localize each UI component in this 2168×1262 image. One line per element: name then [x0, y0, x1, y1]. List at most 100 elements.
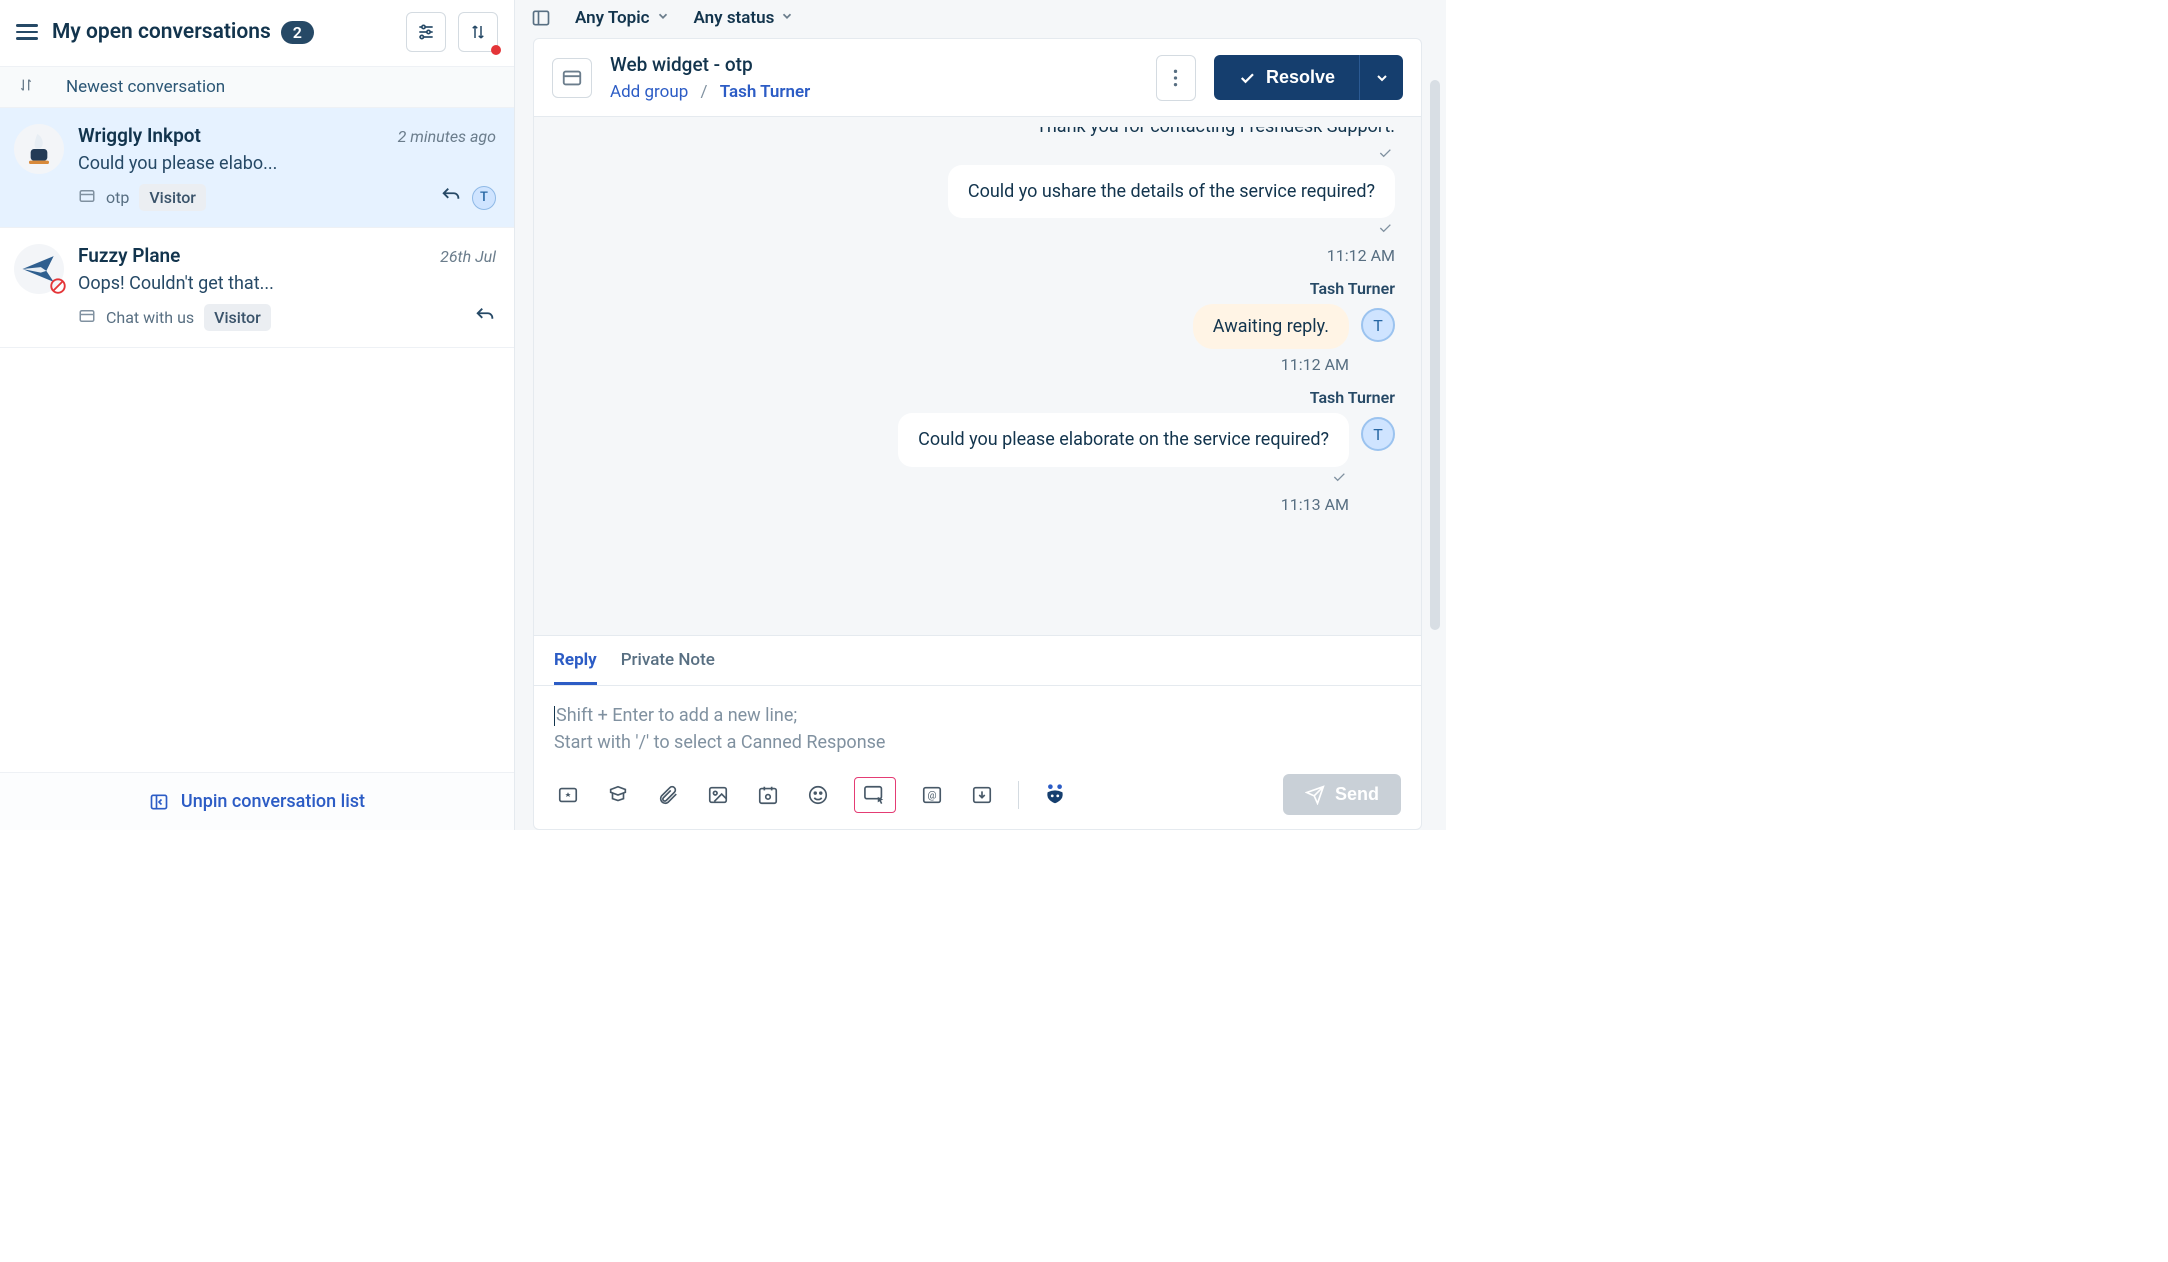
composer-toolbar: @ Send — [534, 764, 1421, 829]
resolve-label: Resolve — [1266, 67, 1335, 88]
image-icon[interactable] — [704, 781, 732, 809]
conversation-item[interactable]: Wriggly Inkpot 2 minutes ago Could you p… — [0, 108, 514, 228]
delivered-tick — [560, 145, 1393, 165]
message-time: 11:13 AM — [1281, 495, 1349, 514]
download-icon[interactable] — [968, 781, 996, 809]
add-group-link[interactable]: Add group — [610, 82, 688, 102]
conversation-body: Wriggly Inkpot 2 minutes ago Could you p… — [78, 124, 496, 211]
composer: Reply Private Note Shift + Enter to add … — [533, 635, 1422, 830]
unpin-button[interactable]: Unpin conversation list — [0, 772, 514, 830]
chat-meta: Web widget - otp Add group / Tash Turner — [610, 53, 1138, 102]
conversation-time: 2 minutes ago — [398, 127, 496, 146]
conversation-avatar — [14, 124, 64, 174]
send-button[interactable]: Send — [1283, 774, 1401, 815]
message-row: Could yo ushare the details of the servi… — [560, 165, 1395, 265]
resolve-button[interactable]: Resolve — [1214, 55, 1359, 100]
chat-title: Web widget - otp — [610, 53, 1138, 76]
left-header: My open conversations 2 — [0, 0, 514, 67]
messages-area[interactable]: Thank you for contacting Freshdesk Suppo… — [533, 117, 1422, 635]
conversation-item[interactable]: Fuzzy Plane 26th Jul Oops! Couldn't get … — [0, 228, 514, 348]
sliders-icon — [416, 22, 436, 42]
layout-icon[interactable] — [531, 8, 551, 28]
filter-button[interactable] — [406, 12, 446, 52]
notification-dot — [491, 45, 501, 55]
composer-tabs: Reply Private Note — [534, 636, 1421, 686]
message-bubble: Could yo ushare the details of the servi… — [948, 165, 1395, 218]
conversation-name: Fuzzy Plane — [78, 244, 180, 267]
status-bubble: Awaiting reply. — [1193, 304, 1349, 349]
message-row: Could you please elaborate on the servic… — [560, 413, 1395, 513]
sender-avatar: T — [1361, 308, 1395, 342]
menu-icon[interactable] — [16, 20, 40, 44]
topic-filter[interactable]: Any Topic — [575, 8, 670, 28]
conversation-name: Wriggly Inkpot — [78, 124, 201, 147]
unpin-label: Unpin conversation list — [181, 791, 365, 812]
kebab-icon — [1173, 68, 1178, 88]
message-input[interactable]: Shift + Enter to add a new line; Start w… — [534, 686, 1421, 764]
scrollbar[interactable] — [1430, 80, 1440, 630]
message-row: Awaiting reply. 11:12 AM T — [560, 304, 1395, 374]
conversation-list: Wriggly Inkpot 2 minutes ago Could you p… — [0, 108, 514, 772]
channel-label: Chat with us — [106, 308, 194, 327]
widget-icon — [552, 58, 592, 98]
topic-filter-label: Any Topic — [575, 8, 650, 28]
chevron-down-icon — [1374, 70, 1390, 86]
panel-title-text: My open conversations — [52, 20, 271, 44]
blocked-icon — [48, 276, 68, 296]
conversation-preview: Could you please elabo... — [78, 153, 338, 174]
channel-label: otp — [106, 188, 129, 207]
more-actions-button[interactable] — [1156, 55, 1196, 101]
sort-direction-icon[interactable] — [18, 77, 36, 97]
chat-panel: Any Topic Any status Web widget - otp Ad… — [515, 0, 1446, 830]
toolbar-divider — [1018, 781, 1019, 809]
sort-row: Newest conversation — [0, 67, 514, 108]
sort-arrows-icon — [469, 23, 487, 41]
assignee-avatar: T — [472, 186, 496, 210]
emoji-icon[interactable] — [804, 781, 832, 809]
resolve-group: Resolve — [1214, 55, 1403, 100]
input-placeholder: Shift + Enter to add a new line; Start w… — [554, 702, 1401, 756]
reply-icon[interactable] — [474, 305, 496, 331]
conversation-list-panel: My open conversations 2 Newest conversat… — [0, 0, 515, 830]
chat-header: Web widget - otp Add group / Tash Turner… — [533, 38, 1422, 117]
tab-private-note[interactable]: Private Note — [621, 650, 715, 685]
inkpot-icon — [19, 129, 59, 169]
tab-reply[interactable]: Reply — [554, 650, 597, 685]
message-bubble: Could you please elaborate on the servic… — [898, 413, 1349, 466]
status-filter-label: Any status — [694, 8, 775, 28]
visitor-badge: Visitor — [204, 304, 271, 331]
send-label: Send — [1335, 784, 1379, 805]
calendar-icon[interactable] — [754, 781, 782, 809]
panel-title: My open conversations 2 — [52, 20, 394, 44]
channel-icon — [78, 307, 96, 329]
status-filter[interactable]: Any status — [694, 8, 795, 28]
canned-response-icon[interactable] — [554, 781, 582, 809]
attachment-icon[interactable] — [654, 781, 682, 809]
conversation-preview: Oops! Couldn't get that... — [78, 273, 338, 294]
sender-name: Tash Turner — [560, 388, 1395, 407]
chevron-down-icon — [656, 8, 670, 28]
sort-toggle-button[interactable] — [458, 12, 498, 52]
filters-bar: Any Topic Any status — [515, 0, 1446, 38]
sender-name: Tash Turner — [560, 279, 1395, 298]
panel-collapse-icon — [149, 792, 169, 812]
delivered-tick — [1377, 220, 1393, 240]
cobrowse-icon[interactable] — [854, 777, 896, 813]
sort-label[interactable]: Newest conversation — [66, 77, 225, 97]
agent-link[interactable]: Tash Turner — [720, 82, 811, 102]
knowledge-base-icon[interactable] — [604, 781, 632, 809]
bot-icon[interactable] — [1041, 781, 1069, 809]
breadcrumb-sep: / — [700, 82, 707, 102]
check-icon — [1238, 69, 1256, 87]
reply-icon[interactable] — [440, 185, 462, 211]
send-icon — [1305, 785, 1325, 805]
truncated-message: Thank you for contacting Freshdesk Suppo… — [560, 127, 1395, 141]
conversation-time: 26th Jul — [440, 247, 496, 266]
conversation-avatar — [14, 244, 64, 294]
visitor-badge: Visitor — [139, 184, 206, 211]
svg-text:@: @ — [927, 790, 936, 801]
delivered-tick — [1331, 469, 1347, 489]
channel-icon — [78, 187, 96, 209]
resolve-dropdown-button[interactable] — [1359, 55, 1403, 100]
mention-icon[interactable]: @ — [918, 781, 946, 809]
